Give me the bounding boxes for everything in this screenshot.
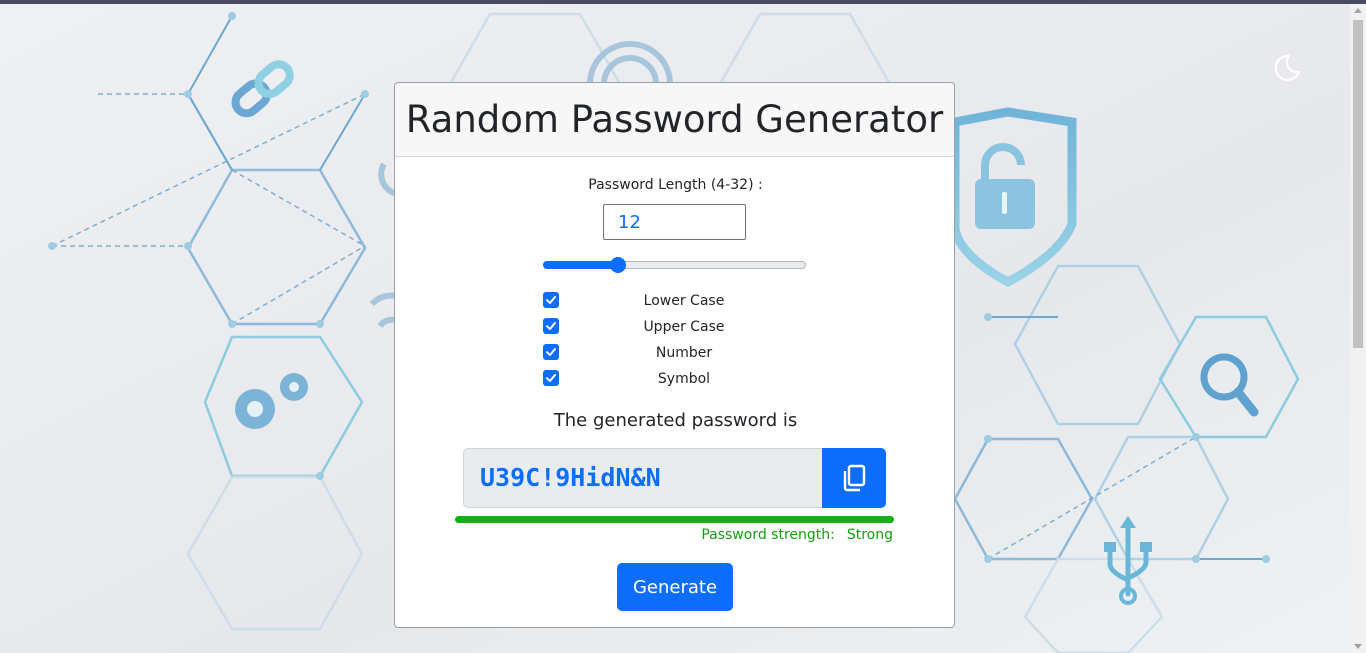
password-strength-meter xyxy=(455,516,894,523)
generated-password-field[interactable]: U39C!9HidN&N xyxy=(463,448,822,508)
checkmark-icon xyxy=(546,374,556,382)
password-length-label: Password Length (4-32) : xyxy=(588,177,763,193)
generated-password-text: U39C!9HidN&N xyxy=(480,463,661,492)
scroll-down-arrow-icon[interactable] xyxy=(1354,644,1362,649)
page-title: Random Password Generator xyxy=(405,98,944,141)
lower-case-label: Lower Case xyxy=(643,293,725,309)
generator-card: Random Password Generator Password Lengt… xyxy=(394,82,955,628)
copy-password-button[interactable] xyxy=(822,448,886,508)
checkmark-icon xyxy=(546,348,556,356)
slider-fill xyxy=(543,261,618,269)
generate-button[interactable]: Generate xyxy=(617,563,733,611)
password-strength-label: Password strength: xyxy=(701,527,835,543)
password-length-input[interactable] xyxy=(603,204,746,240)
generated-password-heading: The generated password is xyxy=(553,410,798,431)
theme-toggle-button[interactable] xyxy=(1270,52,1302,84)
password-strength-text: Password strength: Strong xyxy=(701,527,893,543)
checkmark-icon xyxy=(546,296,556,304)
upper-case-checkbox[interactable] xyxy=(543,318,559,334)
password-strength-meter-fill xyxy=(455,516,894,523)
number-checkbox[interactable] xyxy=(543,344,559,360)
moon-icon xyxy=(1274,54,1301,82)
upper-case-label: Upper Case xyxy=(643,319,725,335)
scrollbar-thumb[interactable] xyxy=(1353,20,1363,348)
scroll-up-arrow-icon[interactable] xyxy=(1354,8,1362,13)
password-strength-value: Strong xyxy=(846,527,893,543)
checkmark-icon xyxy=(546,322,556,330)
option-lower-case: Lower Case xyxy=(543,291,813,311)
copy-icon xyxy=(843,464,866,492)
option-upper-case: Upper Case xyxy=(543,317,813,337)
slider-thumb[interactable] xyxy=(610,257,626,273)
password-length-slider[interactable] xyxy=(543,257,806,273)
number-label: Number xyxy=(655,345,713,361)
symbol-checkbox[interactable] xyxy=(543,370,559,386)
option-symbol: Symbol xyxy=(543,369,813,389)
lower-case-checkbox[interactable] xyxy=(543,292,559,308)
option-number: Number xyxy=(543,343,813,363)
symbol-label: Symbol xyxy=(657,371,711,387)
page-scrollbar[interactable] xyxy=(1350,4,1366,653)
card-header: Random Password Generator xyxy=(395,83,954,157)
